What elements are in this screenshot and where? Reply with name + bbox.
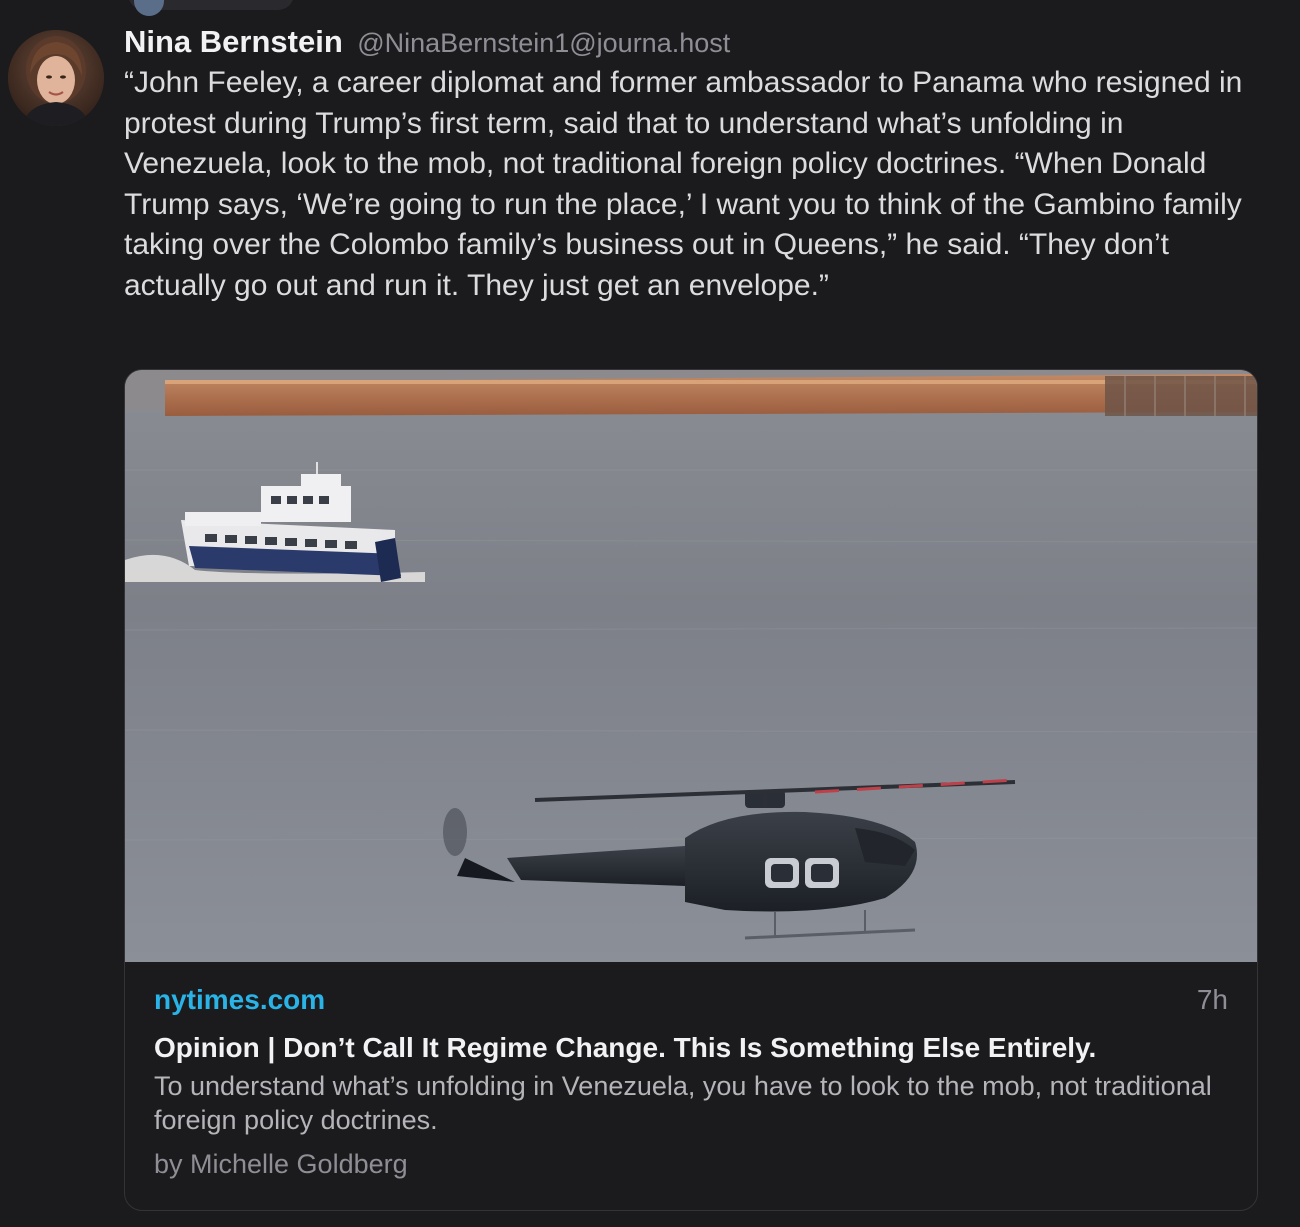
link-preview-card[interactable]: nytimes.com 7h Opinion | Don’t Call It R… — [124, 369, 1258, 1211]
previous-post-avatar — [134, 0, 164, 16]
author-avatar[interactable] — [8, 30, 104, 126]
link-description: To understand what’s unfolding in Venezu… — [154, 1071, 1212, 1135]
post-timestamp[interactable]: 7h — [1197, 981, 1228, 1019]
previous-post-stub — [128, 0, 294, 16]
post-text: “John Feeley, a career diplomat and form… — [124, 66, 1243, 302]
author-handle[interactable]: @NinaBernstein1@journa.host — [357, 28, 730, 58]
link-source-domain: nytimes.com — [154, 984, 326, 1015]
link-byline: by Michelle Goldberg — [154, 1149, 408, 1179]
author-display-name[interactable]: Nina Bernstein — [124, 24, 343, 59]
author-avatar-image — [8, 30, 104, 126]
post-header: Nina Bernstein @NinaBernstein1@journa.ho… — [124, 22, 730, 68]
link-preview-image — [125, 370, 1257, 962]
link-title: Opinion | Don’t Call It Regime Change. T… — [154, 1032, 1097, 1063]
